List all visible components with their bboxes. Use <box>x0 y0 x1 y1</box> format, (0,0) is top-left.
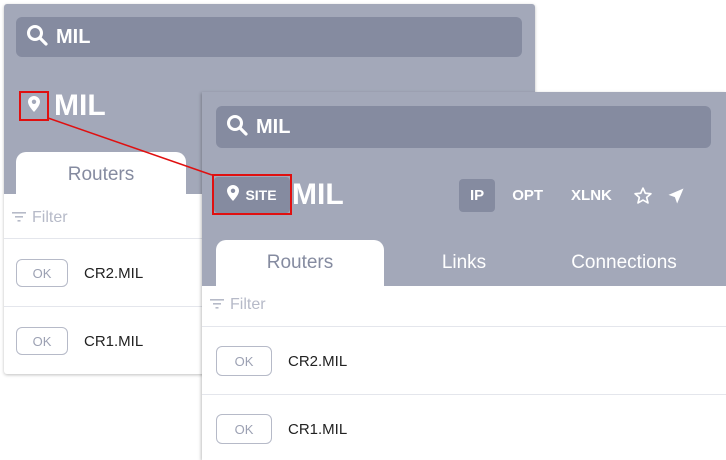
search-query: MIL <box>56 25 91 48</box>
highlight-box <box>19 91 49 121</box>
status-badge: OK <box>216 414 272 444</box>
layer-toolbar: IP OPT XLNK <box>459 179 689 212</box>
tab-bar: Routers Links Connections <box>202 240 726 286</box>
router-name: CR1.MIL <box>288 420 348 438</box>
router-name: CR2.MIL <box>288 352 348 370</box>
tab-connections[interactable]: Connections <box>544 240 704 286</box>
router-name: CR2.MIL <box>84 264 144 282</box>
tab-links[interactable]: Links <box>384 240 544 286</box>
router-name: CR1.MIL <box>84 332 144 350</box>
search-icon <box>16 24 56 51</box>
star-icon[interactable] <box>629 186 657 206</box>
site-title: MIL <box>292 178 344 211</box>
search-icon <box>216 114 256 141</box>
router-row[interactable]: OK CR2.MIL <box>202 326 726 395</box>
filter-placeholder: Filter <box>230 296 266 313</box>
status-badge: OK <box>16 327 68 355</box>
status-badge: OK <box>16 259 68 287</box>
router-row[interactable]: OK CR1.MIL <box>202 394 726 460</box>
tab-routers[interactable]: Routers <box>16 152 186 198</box>
filter-input[interactable]: Filter <box>210 296 266 314</box>
highlight-box <box>212 174 292 215</box>
filter-input[interactable]: Filter <box>12 209 68 227</box>
status-badge: OK <box>216 346 272 376</box>
opt-button[interactable]: OPT <box>501 179 554 212</box>
filter-placeholder: Filter <box>32 209 68 226</box>
tab-routers[interactable]: Routers <box>216 240 384 286</box>
search-bar[interactable]: MIL <box>16 17 522 57</box>
filter-icon <box>12 209 26 227</box>
filter-icon <box>210 296 224 314</box>
ip-button[interactable]: IP <box>459 179 496 212</box>
front-site-panel: MIL SITE MIL IP OPT XLNK Routers Links C… <box>202 92 726 460</box>
site-title: MIL <box>54 89 106 122</box>
xlnk-button[interactable]: XLNK <box>560 179 623 212</box>
search-query: MIL <box>256 115 291 138</box>
navigate-icon[interactable] <box>663 187 689 205</box>
search-bar[interactable]: MIL <box>216 106 711 148</box>
